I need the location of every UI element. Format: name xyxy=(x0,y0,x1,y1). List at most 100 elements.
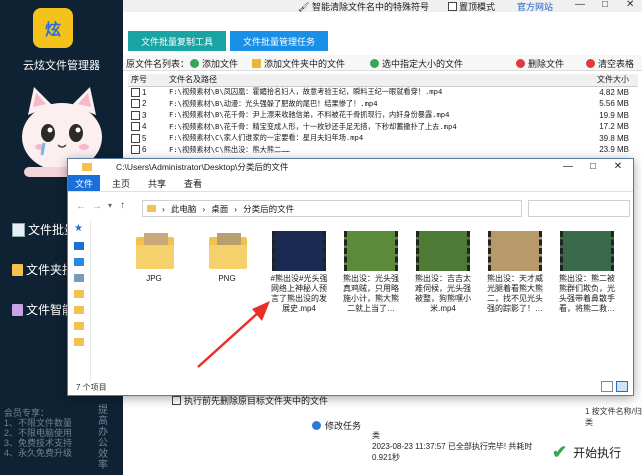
table-row[interactable]: 2 F:\视频素材\B\动漫：光头强躲了肥故的尾巴！结果惨了！.mp4 5.56… xyxy=(128,98,638,110)
official-site-link[interactable]: 官方网站 xyxy=(517,0,553,13)
file-item[interactable]: 熊出没：熊二被熊群们欺负，光头强带着鼻散手看，将熊二救… xyxy=(556,231,618,314)
checkmark-icon: ✔ xyxy=(552,441,568,462)
checkbox-label: 置顶模式 xyxy=(459,2,496,12)
log-line: 0.921秒 xyxy=(372,453,401,462)
breadcrumb-sep: › xyxy=(162,203,165,214)
close-button[interactable]: ✕ xyxy=(626,0,634,10)
up-arrow-icon[interactable]: ↑ xyxy=(120,200,125,211)
vertical-slogan: 提高办公效率 xyxy=(98,405,108,471)
table-row[interactable]: 4 F:\视频素材\B\花千骨：精宝变成人形，十一枚钞还手足无措，下秒却蓄撒扑了… xyxy=(128,121,638,133)
file-item[interactable]: 熊出没：吉吉太难伺候，光头强被整，狗熊嘿小米.mp4 xyxy=(412,231,474,314)
pin-top-checkbox[interactable]: 置顶模式 xyxy=(448,0,495,13)
maximize-button[interactable]: □ xyxy=(602,0,608,10)
add-folder-files-button[interactable]: 添加文件夹中的文件 xyxy=(252,57,345,70)
button-label: 选中指定大小的文件 xyxy=(382,59,464,69)
log-line: 2023-08-23 11:37:57 已全部执行完毕! 共耗时 xyxy=(372,442,533,451)
folder-icon xyxy=(147,205,156,212)
modify-task-button[interactable]: 修改任务 xyxy=(312,419,361,432)
minimize-button[interactable]: — xyxy=(575,0,585,10)
explorer-maximize-button[interactable]: □ xyxy=(583,159,603,174)
video-thumbnail-icon xyxy=(560,231,614,271)
breadcrumb-item[interactable]: 此电脑 xyxy=(171,203,197,215)
log-prefix: 类 xyxy=(372,431,380,440)
ribbon-tab-share[interactable]: 共享 xyxy=(148,177,166,190)
downloads-icon[interactable] xyxy=(74,258,84,266)
row-checkbox[interactable] xyxy=(131,122,140,132)
ribbon-tab-view[interactable]: 查看 xyxy=(184,177,202,190)
button-label: 修改任务 xyxy=(325,421,362,431)
row-index: 4 xyxy=(142,122,147,132)
folder-icon[interactable] xyxy=(74,290,84,298)
execution-log: 类 2023-08-23 11:37:57 已全部执行完毕! 共耗时 0.921… xyxy=(372,430,532,463)
row-path: F:\视频素材\B\凤囚凰：霍媚拾名妇人，故意考验王纪，瞬料王纪一眼就看穿！.m… xyxy=(169,87,443,97)
folder-add-icon xyxy=(252,59,261,68)
navigation-pane[interactable]: ★ xyxy=(68,221,91,381)
video-thumbnail-icon xyxy=(488,231,542,271)
row-checkbox[interactable] xyxy=(131,133,140,143)
folder-icon[interactable] xyxy=(74,306,84,314)
forward-arrow-icon[interactable]: → xyxy=(92,201,102,212)
file-name: 熊出没：光头强真鸡贼，只用略施小计，熊大熊二就上当了… xyxy=(343,274,399,313)
checkbox-box[interactable] xyxy=(172,396,181,405)
file-item[interactable]: JPG xyxy=(123,231,185,284)
file-item[interactable]: PNG xyxy=(196,231,258,284)
row-size: 19.9 MB xyxy=(599,110,629,120)
folder-icon[interactable] xyxy=(74,338,84,346)
row-path: F:\视频素材\C\熊出没：熊大熊二…… xyxy=(169,144,290,154)
quick-access-icon[interactable]: ★ xyxy=(74,223,90,234)
breadcrumb-item[interactable]: 桌面 xyxy=(211,203,228,215)
file-item[interactable]: 熊出没：光头强真鸡贼，只用略施小计，熊大熊二就上当了… xyxy=(340,231,402,314)
back-arrow-icon[interactable]: ← xyxy=(76,201,86,212)
row-checkbox[interactable] xyxy=(131,110,140,120)
explorer-title-bar: C:\Users\Administrator\Desktop\分类后的文件 xyxy=(68,159,633,174)
details-view-icon[interactable] xyxy=(601,381,613,392)
row-checkbox[interactable] xyxy=(131,87,140,97)
address-bar[interactable]: › 此电脑 › 桌面 › 分类后的文件 xyxy=(142,200,522,217)
clear-table-button[interactable]: 清空表格 xyxy=(586,57,634,70)
file-name: PNG xyxy=(218,274,236,283)
row-checkbox[interactable] xyxy=(131,99,140,109)
ribbon-tab-home[interactable]: 主页 xyxy=(112,177,130,190)
recent-dropdown-icon[interactable]: ▾ xyxy=(108,201,112,210)
file-item[interactable]: 熊出没：天才威光腿着看熊大熊二，找不见光头强的踪影了！… xyxy=(484,231,546,314)
row-size: 5.56 MB xyxy=(599,99,629,109)
large-icons-view-icon[interactable] xyxy=(616,381,628,392)
documents-icon[interactable] xyxy=(74,274,84,282)
add-file-button[interactable]: 添加文件 xyxy=(190,57,238,70)
button-label: 删除文件 xyxy=(528,59,565,69)
row-size: 17.2 MB xyxy=(599,122,629,132)
checkbox-box[interactable] xyxy=(448,2,457,11)
tab-file-copy-tool[interactable]: 文件批量复制工具 xyxy=(128,31,226,51)
folder-icon[interactable] xyxy=(74,322,84,330)
explorer-minimize-button[interactable]: — xyxy=(558,159,578,174)
row-checkbox[interactable] xyxy=(131,145,140,155)
tab-file-batch-task[interactable]: 文件批量管理任务 xyxy=(230,31,328,51)
explorer-close-button[interactable]: ✕ xyxy=(608,159,628,174)
table-row[interactable]: 3 F:\视频素材\B\花千骨：尹上漂来收驰信弟，不料被花千骨抓现行，内奸身份暴… xyxy=(128,110,638,122)
special-symbol-feature[interactable]: 🖌 智能清除文件名中的特殊符号 xyxy=(298,0,429,13)
table-row[interactable]: 5 F:\视频素材\C\家人们谁家的一定要看：星月夫妇年场.mp4 39.8 M… xyxy=(128,133,638,145)
breadcrumb-item[interactable]: 分类后的文件 xyxy=(243,203,294,215)
benefit-line: 会员专享： xyxy=(4,408,50,418)
task-column-label: 1 按文件名称/归类 xyxy=(585,407,642,427)
table-row[interactable]: 1 F:\视频素材\B\凤囚凰：霍媚拾名妇人，故意考验王纪，瞬料王纪一眼就看穿！… xyxy=(128,87,638,99)
clear-icon xyxy=(586,59,595,68)
add-icon xyxy=(190,59,199,68)
delete-file-button[interactable]: 删除文件 xyxy=(516,57,564,70)
start-execute-button[interactable]: ✔ 开始执行 xyxy=(552,440,642,464)
table-row[interactable]: 6 F:\视频素材\C\熊出没：熊大熊二…… 23.9 MB xyxy=(128,144,638,156)
explorer-search-input[interactable] xyxy=(528,200,630,217)
file-table: 序号 文件名及路径 文件大小 1 F:\视频素材\B\凤囚凰：霍媚拾名妇人，故意… xyxy=(128,74,638,156)
feature-label: 智能清除文件名中的特殊符号 xyxy=(311,2,429,12)
file-name: JPG xyxy=(146,274,162,283)
delete-icon xyxy=(516,59,525,68)
select-by-size-button[interactable]: 选中指定大小的文件 xyxy=(370,57,463,70)
benefit-line: 2、不限电脑使用 xyxy=(4,428,73,438)
member-benefits: 会员专享： 1、不限文件数量 2、不限电脑使用 3、免费技术支持 4、永久免费升… xyxy=(4,408,72,458)
col-header-size: 文件大小 xyxy=(597,75,629,85)
smart-files-icon xyxy=(12,303,23,316)
row-path: F:\视频素材\C\家人们谁家的一定要看：星月夫妇年场.mp4 xyxy=(169,133,364,143)
desktop-icon[interactable] xyxy=(74,242,84,250)
video-thumbnail-icon xyxy=(272,231,326,271)
folder-thumbnail-icon xyxy=(130,231,178,271)
